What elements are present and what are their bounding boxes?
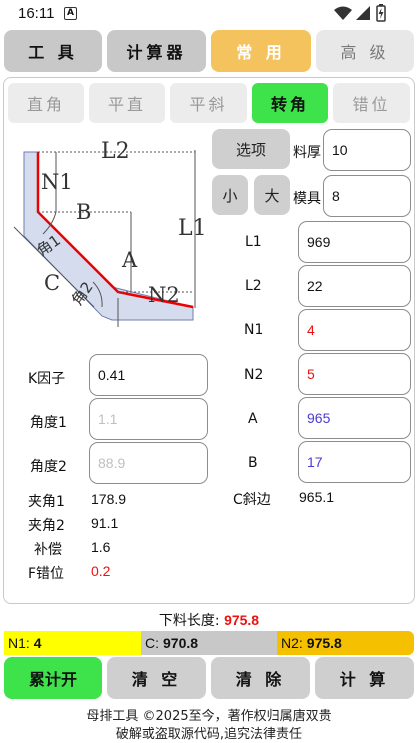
summary-n2: N2: 975.8 <box>277 631 414 655</box>
options-button[interactable]: 选项 <box>212 129 290 169</box>
n2-input[interactable]: 5 <box>298 353 411 395</box>
tab-advanced[interactable]: 高 级 <box>316 30 414 72</box>
tab-calculator[interactable]: 计算器 <box>107 30 206 72</box>
accumulate-button[interactable]: 累计开 <box>4 657 102 699</box>
wifi-icon <box>334 6 352 20</box>
die-input[interactable]: 8 <box>323 175 411 217</box>
compensation-label: 补偿 <box>34 542 62 558</box>
compensation-value: 1.6 <box>91 539 111 555</box>
subtab-flat-straight[interactable]: 平直 <box>89 83 165 123</box>
summary-c: C: 970.8 <box>141 631 277 655</box>
f-offset-value: 0.2 <box>91 563 111 579</box>
a-input[interactable]: 965 <box>298 397 411 439</box>
diagram-label-n2: N2 <box>148 283 180 307</box>
die-label: 模具 <box>293 191 321 207</box>
diagram-label-l2: L2 <box>101 139 130 164</box>
summary-n2-value: 975.8 <box>306 635 342 651</box>
tab-common[interactable]: 常 用 <box>211 30 311 72</box>
included-angle2-value: 91.1 <box>91 515 119 531</box>
l2-label: L2 <box>245 278 262 294</box>
app-notification-icon: A <box>64 7 77 20</box>
summary-c-label: C: <box>145 635 159 651</box>
a-label: A <box>248 411 258 427</box>
subtab-right-angle[interactable]: 直角 <box>8 83 84 123</box>
included-angle1-value: 178.9 <box>91 491 127 507</box>
blank-length-label: 下料长度: <box>158 613 220 629</box>
summary-c-value: 970.8 <box>163 635 199 651</box>
angle1-input[interactable]: 1.1 <box>89 398 208 440</box>
small-button[interactable]: 小 <box>212 175 248 215</box>
diagram-label-l1: L1 <box>178 216 207 241</box>
battery-icon <box>376 4 386 22</box>
thickness-input[interactable]: 10 <box>323 129 411 171</box>
clear-button[interactable]: 清 除 <box>211 657 310 699</box>
thickness-label: 料厚 <box>293 145 321 161</box>
n1-input[interactable]: 4 <box>298 309 411 351</box>
corner-bend-diagram: L2 N1 B L1 A C 角1 角2 N2 <box>13 139 207 327</box>
n2-label: N2 <box>244 367 264 383</box>
b-label: B <box>248 455 258 471</box>
summary-n1-value: 4 <box>33 635 42 651</box>
k-factor-input[interactable]: 0.41 <box>89 354 208 396</box>
legal-warning-line: 破解或盗取源代码,追究法律责任 <box>115 727 303 742</box>
status-time: 16:11 <box>18 5 55 22</box>
summary-n1: N1: 4 <box>4 631 141 655</box>
diagram-label-c: C <box>44 271 60 295</box>
large-button[interactable]: 大 <box>254 175 290 215</box>
subtab-corner[interactable]: 转角 <box>252 83 328 123</box>
f-offset-label: F错位 <box>28 566 65 582</box>
summary-n1-label: N1: <box>8 635 30 651</box>
subtab-offset[interactable]: 错位 <box>333 83 410 123</box>
subtab-flat-oblique[interactable]: 平斜 <box>170 83 247 123</box>
l1-label: L1 <box>245 234 262 250</box>
angle1-label: 角度1 <box>30 415 67 431</box>
b-input[interactable]: 17 <box>298 441 411 483</box>
signal-icon <box>356 6 370 20</box>
blank-length-value: 975.8 <box>224 612 260 628</box>
included-angle1-label: 夹角1 <box>28 494 65 510</box>
diagram-label-b: B <box>76 200 91 224</box>
status-bar: 16:11 A <box>0 0 418 28</box>
summary-n2-label: N2: <box>281 635 303 651</box>
diagram-label-a: A <box>121 248 138 272</box>
diagram-label-n1: N1 <box>41 170 73 194</box>
copyright-line: 母排工具 ©2025至今，著作权归属唐双贵 <box>86 709 332 724</box>
clear-all-button[interactable]: 清 空 <box>107 657 206 699</box>
n1-label: N1 <box>244 322 264 338</box>
l1-input[interactable]: 969 <box>298 221 411 263</box>
tab-tools[interactable]: 工 具 <box>4 30 102 72</box>
c-hypotenuse-label: C斜边 <box>233 492 271 508</box>
angle2-input[interactable]: 88.9 <box>89 442 208 484</box>
l2-input[interactable]: 22 <box>298 265 411 307</box>
blank-length: 下料长度: 975.8 <box>0 610 418 630</box>
angle2-label: 角度2 <box>30 459 67 475</box>
k-factor-label: K因子 <box>28 371 66 387</box>
calculate-button[interactable]: 计 算 <box>315 657 414 699</box>
c-hypotenuse-value: 965.1 <box>299 489 335 505</box>
included-angle2-label: 夹角2 <box>28 518 65 534</box>
